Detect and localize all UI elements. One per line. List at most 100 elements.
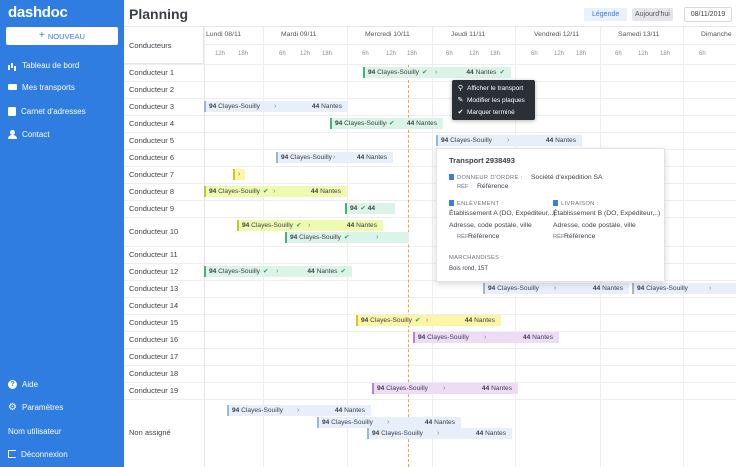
sidebar-username[interactable]: Nom utilisateur (8, 424, 61, 438)
dest-name: Nantes (473, 69, 497, 76)
dest-name: Nantes (472, 317, 495, 324)
sidebar-item-settings[interactable]: ⚙ Paramètres (8, 400, 63, 414)
chevron-right-icon: › (276, 268, 279, 275)
transport-bar[interactable]: 94 Clayes-Souilly ✔ › (285, 232, 409, 243)
driver-row-label: Conducteur 8 (129, 186, 175, 196)
transport-bar[interactable]: 94 Clayes-Souilly › 44 Nantes (276, 152, 393, 163)
chevron-right-icon: › (443, 385, 446, 392)
new-transport-button[interactable]: + NOUVEAU (6, 27, 118, 45)
row-divider (124, 115, 736, 116)
chevron-right-icon: › (238, 171, 241, 178)
origin-name: Clayes-Souilly (384, 385, 428, 392)
chevron-right-icon: › (507, 137, 510, 144)
destination: 44 Nantes (523, 332, 553, 343)
transport-bar[interactable]: 94 Clayes-Souilly › 44 Nantes (483, 283, 629, 294)
truck-icon (8, 84, 17, 90)
help-icon: ? (8, 379, 17, 389)
destination: 44 Nantes (407, 118, 437, 129)
transport-bar[interactable]: 94 Clayes-Souilly › 44 Nantes (317, 417, 461, 428)
day-divider (263, 27, 264, 467)
dest-dept: 44 (466, 69, 474, 76)
sidebar-item-transports[interactable]: Mes transports (8, 80, 75, 94)
transport-bar[interactable]: 94 Clayes-Souilly ✔ › 44 Nantes (356, 315, 501, 326)
legend-button[interactable]: Légende (584, 8, 628, 21)
transport-bar[interactable]: 94 Clayes-Souilly › 44 Nantes (367, 428, 512, 439)
sidebar-item-help[interactable]: ? Aide (8, 377, 38, 391)
origin-name: Clayes-Souilly (297, 234, 341, 241)
sidebar: dashdoc + NOUVEAU Tableau de bord Mes tr… (0, 0, 124, 467)
mark-done-menu-item[interactable]: ✔ Marquer terminé (452, 106, 535, 118)
edit-plates-menu-item[interactable]: ✎ Modifier les plaques (452, 94, 535, 106)
delivery-value: Établissement B (DO, Expéditeur,..) (553, 210, 661, 217)
chevron-right-icon: › (308, 222, 311, 229)
hour-tick: 6h (362, 51, 369, 57)
building-icon (449, 200, 454, 206)
sidebar-item-dashboard[interactable]: Tableau de bord (8, 58, 79, 72)
transport-bar[interactable]: 94 Clayes-Souilly › 44 Nantes (436, 135, 582, 146)
driver-row-label: Conducteur 13 (129, 283, 179, 293)
date-input[interactable]: 08/11/2019 (684, 7, 732, 22)
search-icon: ⚲ (457, 85, 464, 92)
driver-row-label: Conducteur 19 (129, 385, 179, 395)
transport-bar[interactable]: 94 Clayes-Souilly ✔ › 44 Nantes (330, 118, 443, 129)
dest-name: Nantes (489, 385, 512, 392)
transport-bar[interactable]: 94 Clayes-Souilly ✔ › 44 Nantes (204, 186, 347, 197)
day-divider (683, 27, 684, 467)
row-divider (124, 81, 736, 82)
sidebar-item-logout[interactable]: Déconnexion (8, 447, 68, 461)
transport-bar[interactable]: 94 Clayes-Souilly › (632, 283, 736, 294)
origin-name: Clayes-Souilly (495, 285, 539, 292)
check-icon: ✔ (414, 317, 421, 324)
destination: 44 Nantes (357, 152, 387, 163)
dest-name: Nantes (600, 285, 623, 292)
hour-tick: 12h (554, 51, 565, 57)
transport-bar[interactable]: 94 Clayes-Souilly ✔ › 44 Nantes ✔ (204, 266, 352, 277)
sidebar-item-label: Carnet d'adresses (21, 106, 86, 116)
transport-bar[interactable]: 94 Clayes-Souilly › 44 Nantes (204, 101, 348, 112)
chevron-right-icon: › (376, 234, 379, 241)
transport-bar[interactable]: 94 Clayes-Souilly › 44 Nantes (227, 405, 371, 416)
dest-name: Nantes (319, 103, 342, 110)
transport-bar[interactable]: 94 Clayes-Souilly ✔ › 44 Nantes ✔ (363, 67, 511, 78)
show-transport-menu-item[interactable]: ⚲ Afficher le transport (452, 82, 535, 94)
destination: 44 Nantes ✔ (307, 266, 346, 277)
dest-name: Nantes (318, 188, 341, 195)
sidebar-item-address-book[interactable]: Carnet d'adresses (8, 104, 86, 118)
destination: 44 Nantes (347, 220, 377, 231)
transport-bar[interactable]: 94 ✔ 44 (345, 203, 395, 214)
origin-name: Clayes-Souilly (249, 222, 293, 229)
transport-bar[interactable]: 94 Clayes-Souilly ✔ › 44 Nantes (237, 220, 383, 231)
today-button[interactable]: Aujourd'hui (632, 8, 673, 21)
check-icon: ✔ (499, 69, 505, 76)
dest-name: Nantes (530, 334, 553, 341)
chevron-right-icon: › (387, 419, 390, 426)
top-bar: Planning Légende Aujourd'hui 08/11/2019 (124, 0, 736, 27)
dest-name: Nantes (342, 407, 365, 414)
contact-icon (8, 129, 17, 139)
header-divider (124, 64, 736, 65)
transport-bar[interactable]: 94 Clayes-Souilly › 44 Nantes (372, 383, 518, 394)
transport-bar[interactable]: 94 Clayes-Souilly › 44 Nantes (413, 332, 559, 343)
driver-row-label: Conducteur 17 (129, 351, 179, 361)
shipper-value: Société d'expédition SA (531, 174, 603, 181)
sidebar-item-contact[interactable]: Contact (8, 127, 50, 141)
chevron-right-icon: › (273, 188, 276, 195)
destination: 44 Nantes (311, 186, 341, 197)
transport-bar[interactable]: › (233, 169, 245, 180)
driver-row-label: Conducteur 15 (129, 317, 179, 327)
day-divider (347, 27, 348, 467)
pickup-address: Adresse, code postale, ville (449, 222, 532, 229)
origin-name: Clayes-Souilly (216, 188, 260, 195)
dest-name: Nantes (354, 222, 377, 229)
driver-row-label: Conducteur 14 (129, 300, 179, 310)
hour-tick: 12h (386, 51, 397, 57)
destination: 44 Nantes ✔ (466, 67, 505, 78)
origin-name: Clayes-Souilly (216, 103, 260, 110)
driver-row-label: Conducteur 10 (129, 226, 179, 236)
row-divider (124, 132, 736, 133)
destination: 44 Nantes (593, 283, 623, 294)
sidebar-item-label: Contact (22, 129, 50, 139)
chevron-right-icon: › (484, 334, 487, 341)
origin-name: Clayes-Souilly (448, 137, 492, 144)
driver-row-label: Conducteur 11 (129, 249, 178, 259)
